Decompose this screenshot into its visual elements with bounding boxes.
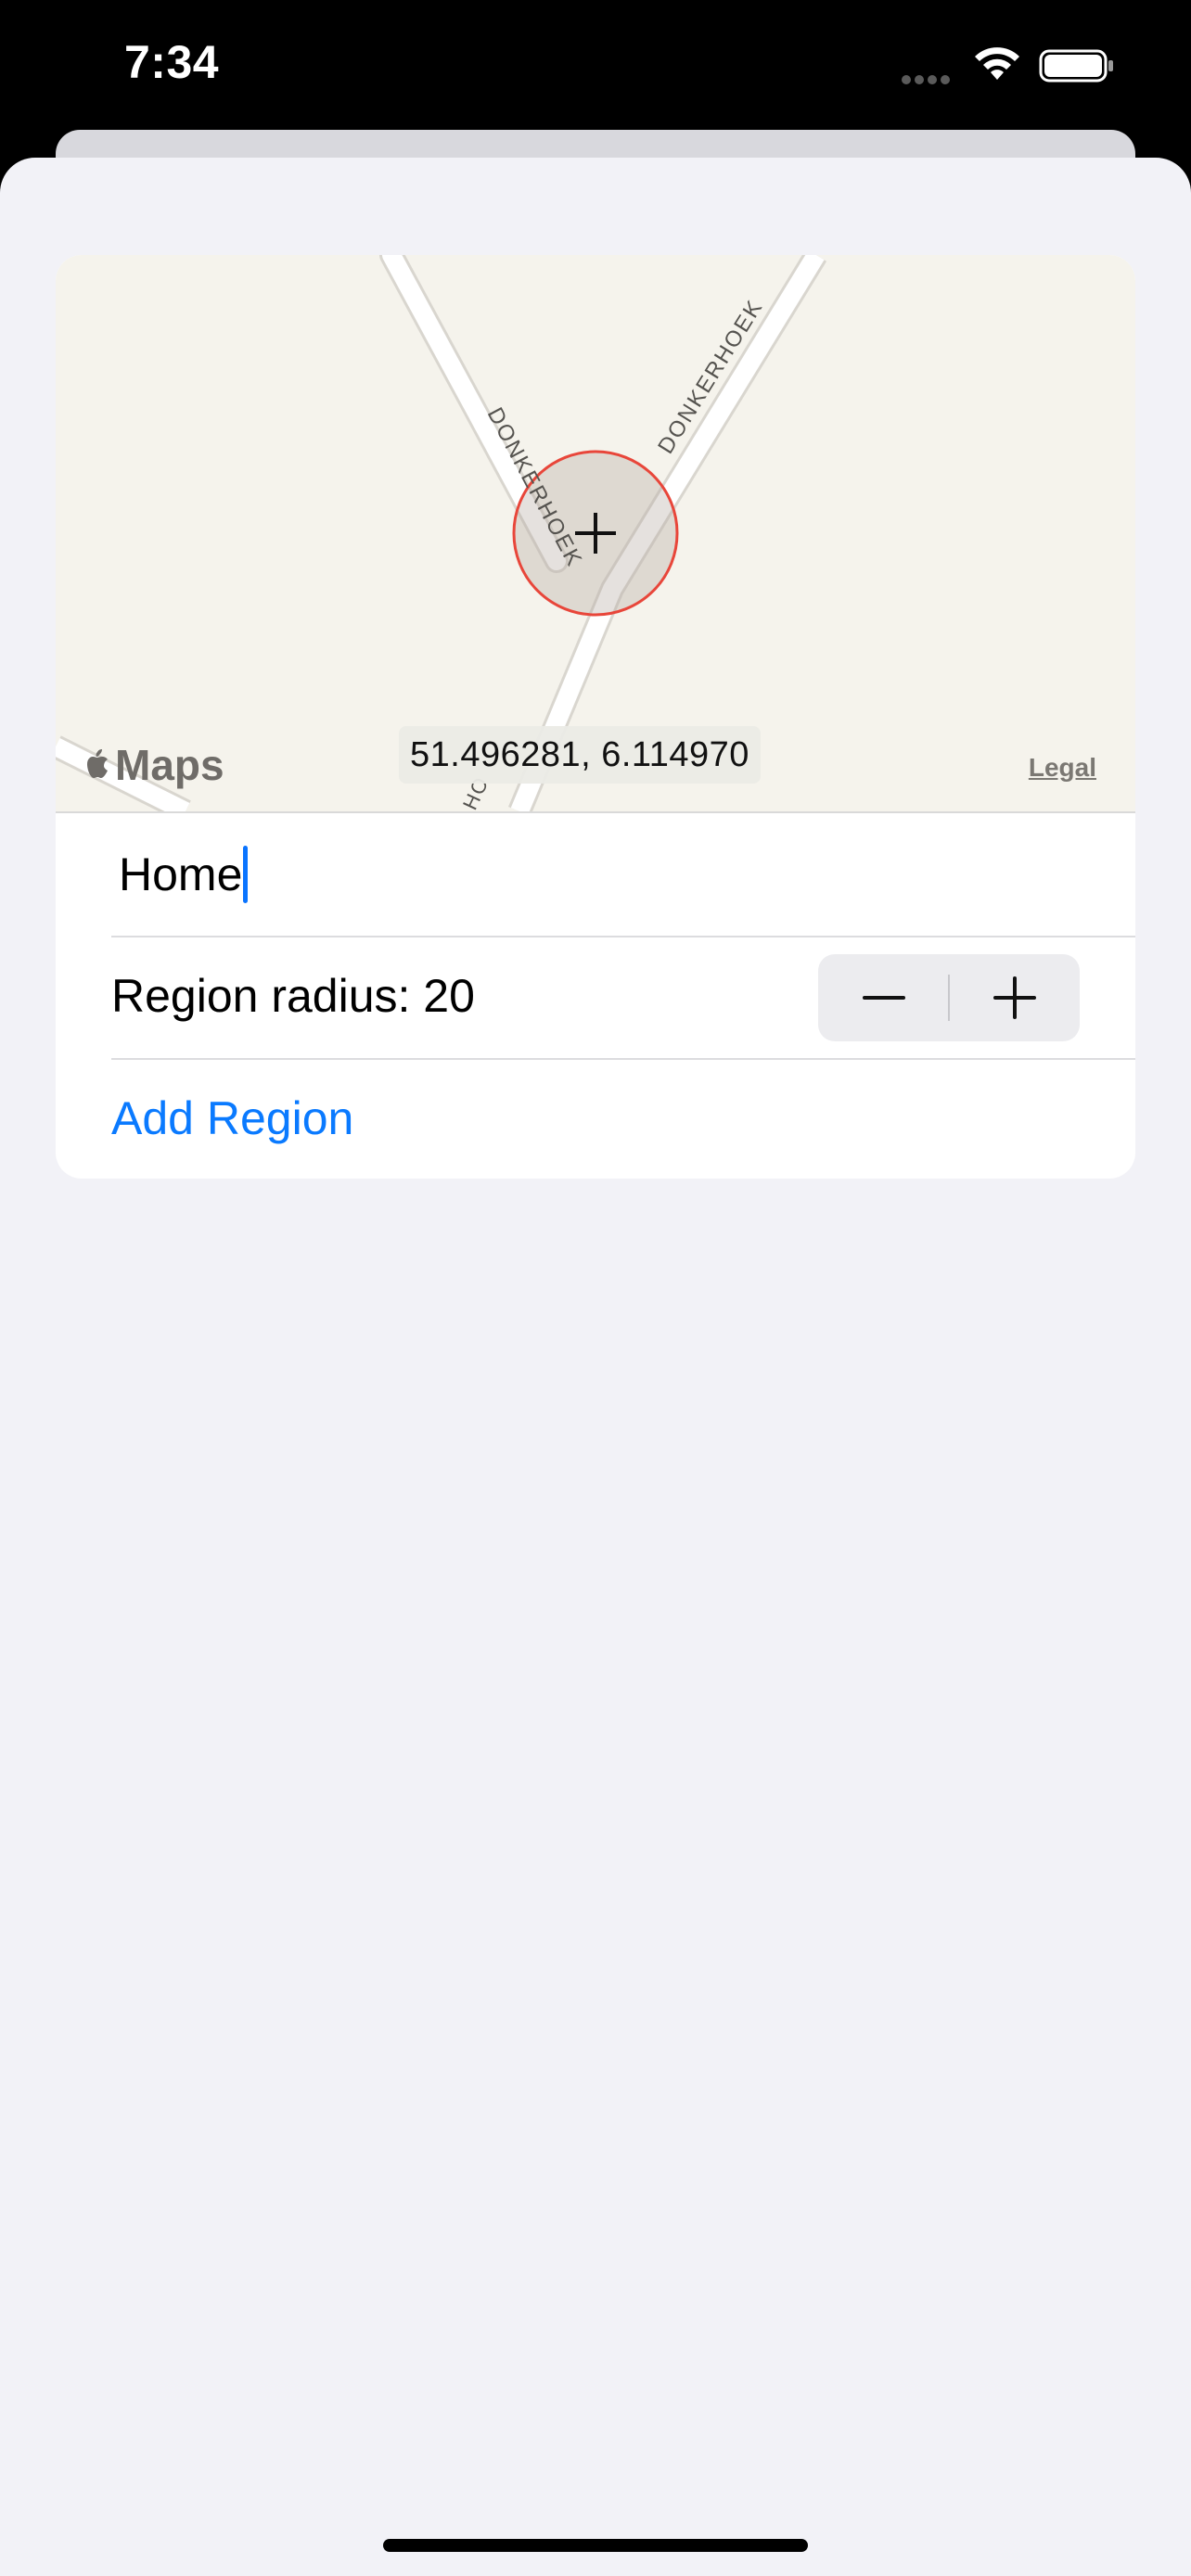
- coordinates-label: 51.496281, 6.114970: [399, 726, 761, 784]
- home-indicator[interactable]: [383, 2539, 808, 2552]
- wifi-icon: [975, 47, 1019, 80]
- screen: 7:34 DONKERHOEK DONKERHOEK HO Maps 51.49…: [0, 0, 1191, 2576]
- radius-label: Region radius: 20: [111, 970, 475, 1022]
- map-view[interactable]: DONKERHOEK DONKERHOEK HO Maps 51.496281,…: [56, 255, 1135, 811]
- cellular-dots-icon: [902, 72, 957, 84]
- text-cursor: [243, 846, 249, 903]
- apple-icon: [87, 749, 108, 778]
- apple-maps-logo: Maps: [83, 737, 224, 793]
- increment-button[interactable]: [949, 954, 1080, 1041]
- decrement-button[interactable]: [818, 954, 949, 1041]
- region-name-value: Home: [119, 848, 243, 900]
- add-region-button[interactable]: Add Region: [111, 1091, 353, 1145]
- plus-icon: [992, 976, 1036, 1019]
- legal-link[interactable]: Legal: [1029, 753, 1096, 783]
- radius-row: Region radius: 20: [56, 937, 1135, 1058]
- region-form-card: DONKERHOEK DONKERHOEK HO Maps 51.496281,…: [56, 255, 1135, 1179]
- status-bar: 7:34: [0, 0, 1191, 130]
- add-region-row: Add Region: [56, 1060, 1135, 1179]
- name-field-row[interactable]: Home: [56, 813, 1135, 936]
- region-name-input[interactable]: Home: [119, 845, 249, 904]
- minus-icon: [862, 996, 905, 1000]
- radius-stepper[interactable]: [818, 954, 1080, 1041]
- maps-logo-text: Maps: [115, 741, 224, 789]
- status-time: 7:34: [124, 36, 220, 88]
- battery-icon: [1039, 49, 1113, 83]
